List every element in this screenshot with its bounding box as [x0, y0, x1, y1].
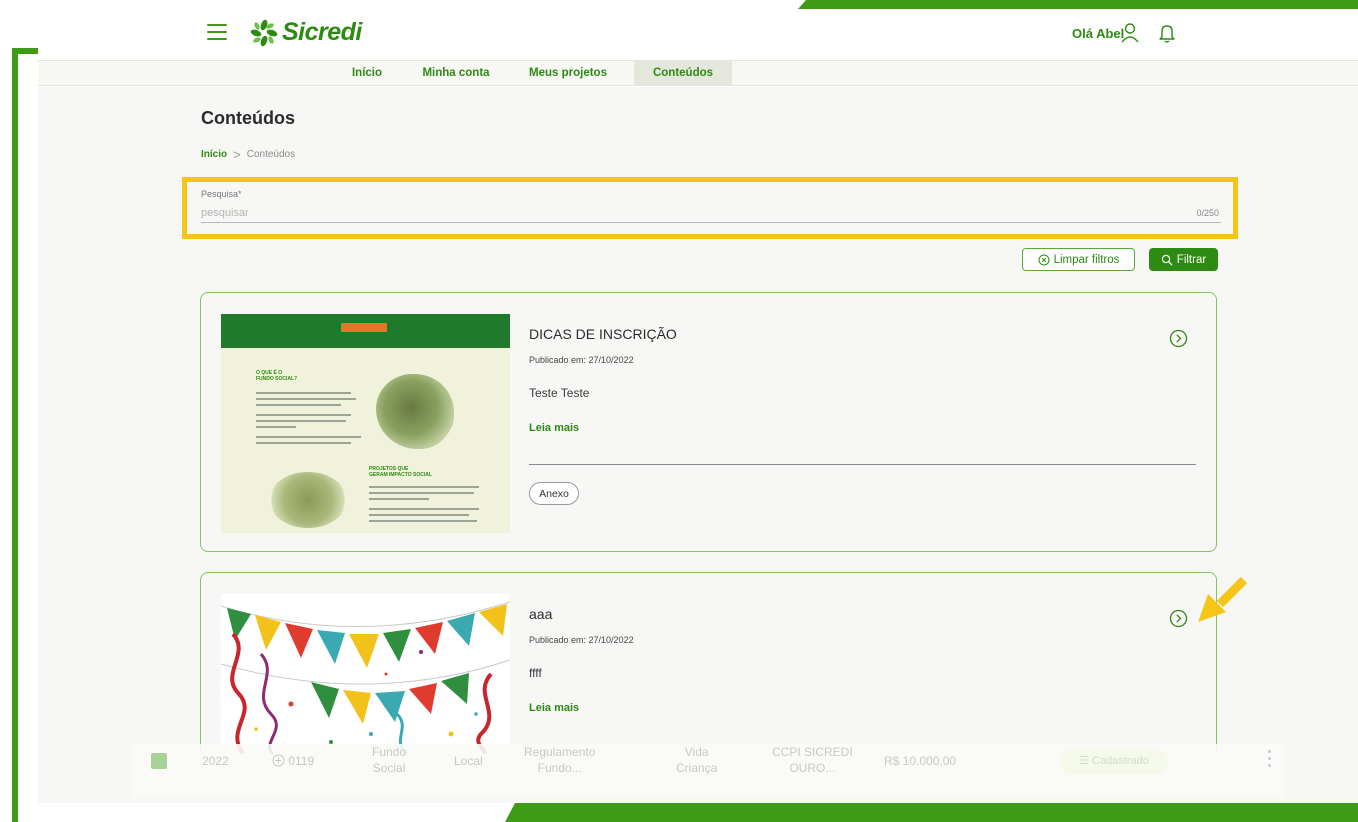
row-id: 0119: [272, 753, 314, 769]
thumbnail-text-line: [256, 392, 351, 394]
thumbnail-photo-plants: [269, 472, 347, 528]
card-published-date: Publicado em: 27/10/2022: [529, 635, 634, 645]
user-greeting: Olá Abel: [1072, 26, 1125, 41]
tab-conteudos[interactable]: Conteúdos: [634, 61, 732, 86]
card-thumbnail[interactable]: [221, 594, 510, 754]
row-status-badge: ☰ Cadastrado: [1060, 749, 1168, 774]
row-regulation: Regulamento Fundo...: [524, 745, 596, 775]
chevron-right-circle-icon[interactable]: [1169, 609, 1188, 628]
row-scope: Local: [454, 754, 483, 768]
app-header: Sicredi Olá Abel: [0, 10, 1358, 58]
filter-label: Filtrar: [1176, 253, 1207, 266]
thumbnail-text-line: [369, 520, 477, 522]
kebab-menu-icon: [1268, 750, 1272, 770]
thumbnail-text-line: [369, 486, 479, 488]
breadcrumb: Início > Conteúdos: [201, 147, 295, 162]
breadcrumb-home-link[interactable]: Início: [201, 149, 227, 160]
read-more-link[interactable]: Leia mais: [529, 702, 579, 714]
attachment-button[interactable]: Anexo: [529, 482, 579, 505]
decorative-top-bar: [798, 0, 1358, 9]
thumbnail-text-line: [369, 508, 479, 510]
thumbnail-text-line: [256, 426, 296, 428]
thumbnail-text-line: [256, 414, 351, 416]
menu-icon[interactable]: [207, 24, 227, 40]
thumbnail-heading: O QUE É O FUNDO SOCIAL?: [256, 370, 298, 382]
row-status-label: Cadastrado: [1092, 755, 1149, 767]
row-amount: R$ 10.000,00: [884, 754, 957, 768]
search-input[interactable]: [201, 203, 1221, 223]
row-project: Vida Criança: [676, 745, 718, 775]
tab-minha-conta[interactable]: Minha conta: [408, 61, 504, 86]
user-icon[interactable]: [1120, 22, 1140, 44]
clear-filters-button[interactable]: Limpar filtros: [1022, 248, 1135, 271]
row-checkbox: [151, 753, 167, 769]
card-divider: [529, 464, 1196, 465]
thumbnail-text-line: [369, 492, 474, 494]
sicredi-logo-icon: [250, 19, 278, 46]
thumbnail-photo-children: [376, 374, 454, 449]
thumbnail-text-line: [256, 442, 351, 444]
search-icon: [1161, 254, 1173, 265]
notification-bell-icon[interactable]: [1158, 22, 1176, 44]
clear-filters-label: Limpar filtros: [1053, 253, 1120, 266]
thumbnail-badge: [341, 323, 387, 332]
festive-bunting-image: [221, 594, 510, 754]
clear-circle-icon: [1038, 254, 1050, 265]
thumbnail-text-line: [256, 420, 346, 422]
search-char-counter: 0/250: [1196, 208, 1219, 218]
search-label: Pesquisa*: [201, 189, 242, 199]
card-title[interactable]: DICAS DE INSCRIÇÃO: [529, 326, 677, 342]
card-description: Teste Teste: [529, 386, 590, 400]
thumbnail-text-line: [369, 498, 429, 500]
row-type: Fundo Social: [372, 745, 407, 775]
card-description: ffff: [529, 666, 542, 680]
main-nav: Início Minha conta Meus projetos Conteúd…: [38, 60, 1358, 86]
add-circle-icon: [272, 754, 285, 767]
decorative-left-bar: [12, 48, 18, 822]
card-thumbnail[interactable]: O QUE É O FUNDO SOCIAL? PROJETOS QUE GER…: [221, 314, 510, 533]
thumbnail-text-line: [369, 514, 469, 516]
thumbnail-heading-2: PROJETOS QUE GERAM IMPACTO SOCIAL: [369, 466, 432, 478]
row-cooperative: CCPI SICREDI OURO...: [772, 745, 853, 775]
annotation-arrow-icon: [1198, 576, 1248, 622]
background-table-row: 2022 0119 Fundo Social Local Regulamento…: [132, 744, 1284, 796]
card-title[interactable]: aaa: [529, 606, 552, 622]
page-title: Conteúdos: [201, 108, 295, 128]
breadcrumb-current: Conteúdos: [246, 149, 296, 160]
brand-logo[interactable]: Sicredi: [250, 18, 362, 47]
thumbnail-text-line: [256, 398, 356, 400]
tab-meus-projetos[interactable]: Meus projetos: [516, 61, 620, 86]
thumbnail-text-line: [256, 404, 341, 406]
brand-name: Sicredi: [282, 18, 362, 46]
breadcrumb-separator: >: [233, 147, 241, 162]
search-field-highlight: Pesquisa* 0/250: [182, 177, 1238, 239]
thumbnail-text-line: [256, 436, 361, 438]
chevron-right-circle-icon[interactable]: [1169, 329, 1188, 348]
filter-button[interactable]: Filtrar: [1149, 248, 1218, 271]
content-card: O QUE É O FUNDO SOCIAL? PROJETOS QUE GER…: [200, 292, 1217, 552]
content-card: aaa Publicado em: 27/10/2022 ffff Leia m…: [200, 572, 1217, 754]
row-year: 2022: [202, 754, 229, 768]
row-id-value: 0119: [288, 754, 315, 768]
tab-inicio[interactable]: Início: [340, 61, 394, 86]
decorative-bottom-bar: [505, 803, 1358, 822]
card-published-date: Publicado em: 27/10/2022: [529, 355, 634, 365]
list-icon: ☰: [1079, 755, 1093, 767]
read-more-link[interactable]: Leia mais: [529, 422, 579, 434]
